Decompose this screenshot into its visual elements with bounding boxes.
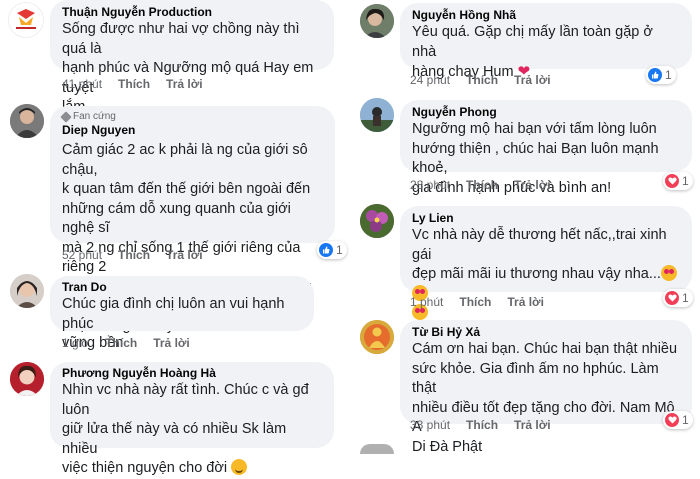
reaction-count: 1: [682, 291, 689, 305]
reply-button[interactable]: Trả lời: [507, 295, 544, 309]
comment-text-body: Vc nhà này dễ thương hết nấc,,trai xinh …: [412, 227, 667, 282]
comment-bubble: Phương Nguyễn Hoàng Hà Nhìn vc nhà này r…: [50, 362, 334, 476]
like-button[interactable]: Thích: [459, 295, 491, 309]
avatar[interactable]: [10, 274, 44, 308]
comment-time[interactable]: 1 giờ: [62, 336, 89, 350]
love-reaction-icon: [665, 174, 679, 188]
like-button[interactable]: Thích: [118, 248, 150, 262]
user-photo-icon: [10, 104, 44, 138]
comment-text-body: Yêu quá. Gặp chị mấy lần toàn gặp ở nhà …: [412, 24, 653, 80]
comment-text: Nhìn vc nhà này rất tình. Chúc c và gđ l…: [62, 381, 322, 479]
user-photo-icon: [10, 274, 44, 308]
commenter-name[interactable]: Phương Nguyễn Hoàng Hà: [62, 366, 322, 381]
comment: Từ Bi Hỷ Xả Cám ơn hai bạn. Chúc hai bạn…: [350, 318, 700, 455]
comment: Nguyễn Phong Ngưỡng mộ hai bạn với tấm l…: [350, 98, 700, 198]
reply-button[interactable]: Trả lời: [166, 77, 203, 91]
reaction-summary[interactable]: 1: [663, 289, 693, 307]
commenter-name[interactable]: Từ Bi Hỷ Xả: [412, 325, 680, 340]
comment-bubble: Từ Bi Hỷ Xả Cám ơn hai bạn. Chúc hai bạn…: [400, 320, 692, 455]
avatar[interactable]: [10, 362, 44, 396]
flower-photo-icon: [360, 204, 394, 238]
like-button[interactable]: Thích: [466, 418, 498, 432]
comment-bubble: Tran Do Chúc gia đình chị luôn an vui hạ…: [50, 276, 314, 351]
reaction-summary[interactable]: 1: [646, 66, 676, 84]
buddha-photo-icon: [360, 320, 394, 354]
reaction-count: 1: [682, 174, 689, 188]
fan-badge: Fan cứng: [60, 110, 323, 123]
comment: Fan cứng Diep Nguyen Cảm giác 2 ac k phả…: [0, 104, 347, 334]
avatar[interactable]: [8, 2, 44, 38]
production-logo-icon: [9, 3, 43, 37]
comment-time[interactable]: 41 phút: [62, 77, 102, 91]
user-photo-icon: [360, 4, 394, 38]
comment-actions: 52 phút Thích Trả lời: [62, 248, 203, 262]
reaction-count: 1: [665, 68, 672, 82]
reaction-summary[interactable]: 1: [663, 411, 693, 429]
reply-button[interactable]: Trả lời: [166, 248, 203, 262]
comment: Thuận Nguyễn Production Sống được như ha…: [0, 0, 345, 115]
avatar[interactable]: [10, 104, 44, 138]
love-reaction-icon: [665, 413, 679, 427]
comment-actions: 1 phút Thích Trả lời: [410, 295, 544, 309]
comment: Nguyễn Hồng Nhã Yêu quá. Gặp chị mấy lần…: [350, 0, 700, 92]
reaction-summary[interactable]: 1: [663, 172, 693, 190]
reply-button[interactable]: Trả lời: [514, 178, 551, 192]
avatar[interactable]: [360, 204, 394, 238]
like-button[interactable]: Thích: [466, 73, 498, 87]
like-reaction-icon: [648, 68, 662, 82]
reply-button[interactable]: Trả lời: [153, 336, 190, 350]
reply-button[interactable]: Trả lời: [514, 418, 551, 432]
user-photo-icon: [10, 362, 44, 396]
avatar[interactable]: [360, 98, 394, 132]
comment-actions: 33 phút Thích Trả lời: [410, 418, 551, 432]
reaction-count: 1: [682, 413, 689, 427]
love-reaction-icon: [665, 291, 679, 305]
comment: Tran Do Chúc gia đình chị luôn an vui hạ…: [0, 274, 345, 354]
like-reaction-icon: [319, 243, 333, 257]
commenter-name[interactable]: Tran Do: [62, 280, 302, 295]
like-button[interactable]: Thích: [118, 77, 150, 91]
commenter-name[interactable]: Thuận Nguyễn Production: [62, 5, 322, 20]
comment-time[interactable]: 24 phút: [410, 73, 450, 87]
badge-label: Fan cứng: [73, 111, 116, 122]
reaction-count: 1: [336, 243, 343, 257]
comment-bubble: Nguyễn Hồng Nhã Yêu quá. Gặp chị mấy lần…: [400, 3, 692, 80]
avatar[interactable]: [360, 444, 394, 454]
comment: Phương Nguyễn Hoàng Hà Nhìn vc nhà này r…: [0, 362, 345, 476]
comment-bubble: Nguyễn Phong Ngưỡng mộ hai bạn với tấm l…: [400, 100, 692, 196]
commenter-name[interactable]: Nguyễn Phong: [412, 105, 680, 120]
like-button[interactable]: Thích: [466, 178, 498, 192]
comment-time[interactable]: 1 phút: [410, 295, 443, 309]
user-photo-icon: [360, 98, 394, 132]
avatar[interactable]: [360, 320, 394, 354]
commenter-name[interactable]: Nguyễn Hồng Nhã: [412, 8, 680, 23]
comment-text: Cám ơn hai bạn. Chúc hai bạn thật nhiều …: [412, 341, 678, 455]
comment-time[interactable]: 28 phút: [410, 178, 450, 192]
reaction-summary[interactable]: 1: [317, 241, 347, 259]
reply-button[interactable]: Trả lời: [514, 73, 551, 87]
like-button[interactable]: Thích: [105, 336, 137, 350]
comment-actions: 28 phút Thích Trả lời: [410, 178, 551, 192]
comment-bubble: Fan cứng Diep Nguyen Cảm giác 2 ac k phả…: [50, 106, 335, 334]
comment-bubble: Ly Lien Vc nhà này dễ thương hết nấc,,tr…: [400, 206, 692, 320]
comment-bubble: Thuận Nguyễn Production Sống được như ha…: [50, 0, 334, 115]
commenter-name[interactable]: Diep Nguyen: [62, 123, 323, 138]
comment-actions: 24 phút Thích Trả lời: [410, 73, 551, 87]
smile-emoji-icon: [231, 459, 248, 475]
comment-text-body: Nhìn vc nhà này rất tình. Chúc c và gđ l…: [62, 382, 309, 476]
comment-actions: 1 giờ Thích Trả lời: [62, 336, 190, 350]
heart-eyes-emoji-icon: [660, 265, 677, 281]
comment-time[interactable]: 33 phút: [410, 418, 450, 432]
comment-time[interactable]: 52 phút: [62, 248, 102, 262]
commenter-name[interactable]: Ly Lien: [412, 211, 680, 226]
avatar[interactable]: [360, 4, 394, 38]
comment: Ly Lien Vc nhà này dễ thương hết nấc,,tr…: [350, 204, 700, 320]
comment-actions: 41 phút Thích Trả lời: [62, 77, 203, 91]
badge-icon: [60, 110, 72, 123]
comment-text: Sống được như hai vợ chồng này thì quá l…: [62, 21, 314, 115]
